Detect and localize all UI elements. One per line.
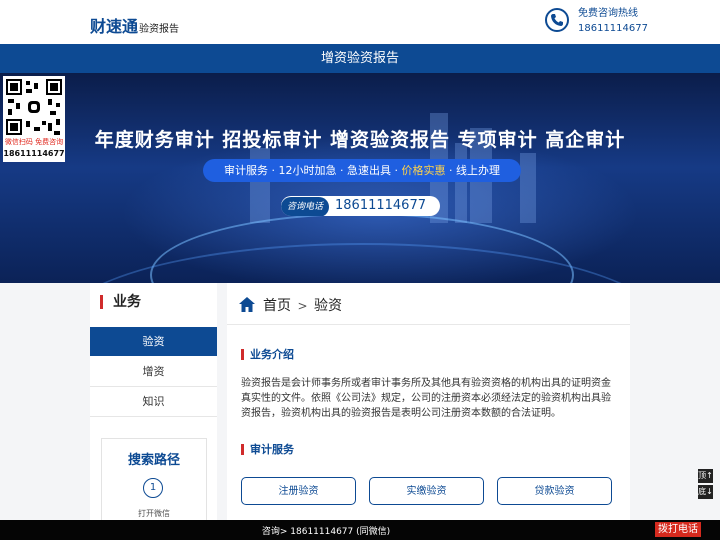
breadcrumb: 首页 > 验资: [239, 295, 342, 315]
call-button[interactable]: 拨打电话: [655, 522, 701, 537]
bottom-contact-text[interactable]: 咨询> 18611114677 (同微信): [0, 524, 652, 537]
search-path-box: 搜索路径 1 打开微信: [101, 438, 207, 522]
brand-subtitle: 验资报告: [139, 24, 180, 35]
breadcrumb-home[interactable]: 首页: [263, 298, 291, 314]
breadcrumb-separator: >: [297, 299, 308, 313]
banner-phone-number: 18611114677: [335, 198, 426, 213]
intro-heading: 业务介绍: [241, 349, 294, 360]
service-button-loan[interactable]: 贷款验资: [497, 477, 612, 505]
intro-paragraph: 验资报告是会计师事务所或者审计事务所及其他具有验资资格的机构出具的证明资金真实性…: [241, 378, 611, 419]
hotline[interactable]: 免费咨询热线 18611114677: [578, 6, 648, 36]
brand-name: 财速通: [90, 17, 139, 36]
pill-highlight: 价格实惠: [401, 164, 446, 177]
page-title-bar: 增资验资报告: [0, 44, 720, 73]
sidebar-item-zhishi[interactable]: 知识: [90, 387, 217, 417]
site-logo[interactable]: 财速通验资报告: [90, 13, 179, 37]
qr-caption: 微信扫码 免费咨询: [4, 138, 64, 146]
banner-headline: 年度财务审计 招投标审计 增资验资报告 专项审计 高企审计: [94, 129, 626, 151]
main-content: 首页 > 验资 业务介绍 验资报告是会计师事务所或者审计事务所及其他具有验资资格…: [227, 283, 630, 520]
qr-code-icon: [6, 79, 62, 135]
sidebar-item-yanzi[interactable]: 验资: [90, 327, 217, 356]
scroll-bottom-button[interactable]: 底↓: [698, 485, 713, 499]
service-heading: 审计服务: [241, 444, 294, 455]
step-label: 打开微信: [138, 509, 170, 518]
divider: [227, 324, 630, 325]
step-number: 1: [143, 478, 163, 498]
sidebar-title: 业务: [100, 295, 141, 309]
pill-text-1: 审计服务 · 12小时加急 · 急速出具 ·: [224, 164, 402, 177]
pill-text-2: · 线上办理: [445, 164, 500, 177]
home-icon: [239, 297, 255, 312]
sidebar-item-zengzi[interactable]: 增资: [90, 357, 217, 387]
phone-icon: [545, 8, 569, 32]
hotline-number: 18611114677: [578, 23, 648, 34]
wechat-qr-float[interactable]: 微信扫码 免费咨询 18611114677: [3, 76, 65, 162]
banner-phone-tag: 咨询电话: [281, 197, 330, 216]
scroll-top-button[interactable]: 顶↑: [698, 469, 713, 483]
banner-building: [455, 143, 467, 223]
banner-phone[interactable]: 咨询电话 18611114677: [281, 196, 440, 216]
qr-number: 18611114677: [3, 149, 65, 158]
service-button-paid-in[interactable]: 实缴验资: [369, 477, 484, 505]
banner-building: [520, 153, 536, 223]
site-header: 财速通验资报告 免费咨询热线 18611114677: [0, 0, 720, 44]
hero-banner: 年度财务审计 招投标审计 增资验资报告 专项审计 高企审计 审计服务 · 12小…: [0, 73, 720, 283]
banner-service-pill: 审计服务 · 12小时加急 · 急速出具 · 价格实惠 · 线上办理: [203, 159, 521, 182]
sidebar: 业务 验资 增资 知识 搜索路径 1 打开微信: [90, 283, 217, 522]
hotline-label: 免费咨询热线: [578, 8, 638, 19]
breadcrumb-current: 验资: [313, 298, 342, 314]
bottom-contact-bar: 咨询> 18611114677 (同微信): [0, 520, 720, 540]
search-path-title: 搜索路径: [127, 453, 180, 468]
service-button-register[interactable]: 注册验资: [241, 477, 356, 505]
